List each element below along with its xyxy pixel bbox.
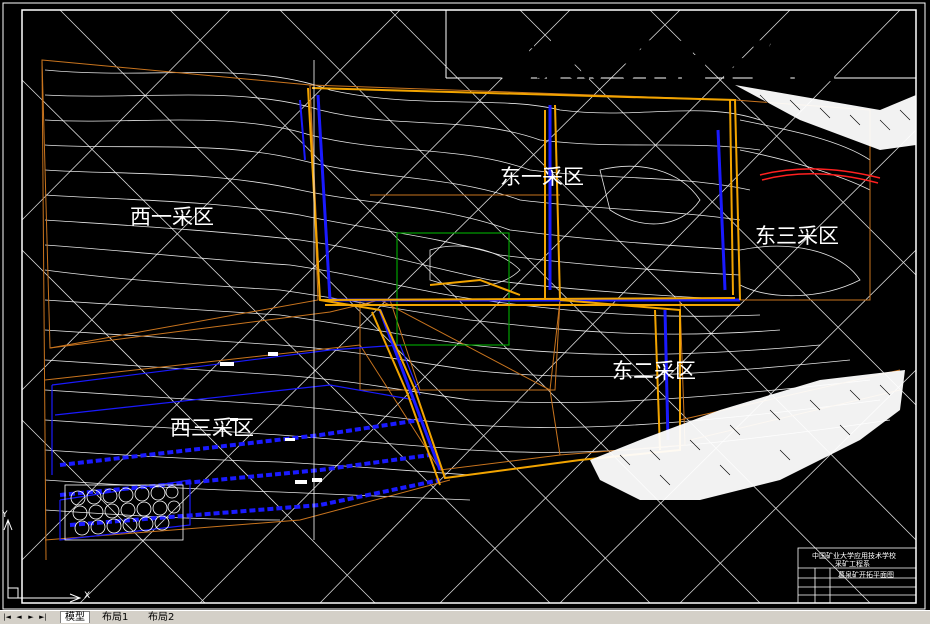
tab-layout-1[interactable]: 布局1 [98, 612, 132, 623]
ucs-y-label: Y [2, 510, 8, 520]
ucs-icon [3, 518, 82, 603]
nav-last-button[interactable]: ►| [38, 613, 48, 622]
ucs-x-label: X [84, 591, 91, 601]
map-title: 葛泉矿开拓平面图 [491, 35, 836, 85]
title-block-dept: 采矿工程系 [835, 560, 870, 568]
zone-label-east-one: 东一采区 [500, 165, 584, 189]
zone-label-west-three: 西三采区 [170, 416, 254, 440]
tab-layout-2[interactable]: 布局2 [144, 612, 178, 623]
fault-line [759, 168, 881, 184]
zone-label-east-three: 东三采区 [755, 224, 839, 248]
title-block-drawing-name: 葛泉矿开拓平面图 [838, 571, 894, 579]
nav-prev-button[interactable]: ◄ [14, 613, 24, 622]
layout-tab-bar: |◄ ◄ ► ►| 模型 布局1 布局2 [0, 610, 930, 624]
drawing-canvas[interactable] [0, 0, 930, 610]
terrain-hatch-bottom-right [590, 370, 905, 500]
tab-model[interactable]: 模型 [60, 611, 90, 623]
zone-label-east-two: 东二采区 [612, 359, 696, 383]
nav-first-button[interactable]: |◄ [2, 613, 12, 622]
inset-box [396, 232, 510, 346]
nav-next-button[interactable]: ► [26, 613, 36, 622]
zone-label-west-one: 西一采区 [130, 205, 214, 229]
